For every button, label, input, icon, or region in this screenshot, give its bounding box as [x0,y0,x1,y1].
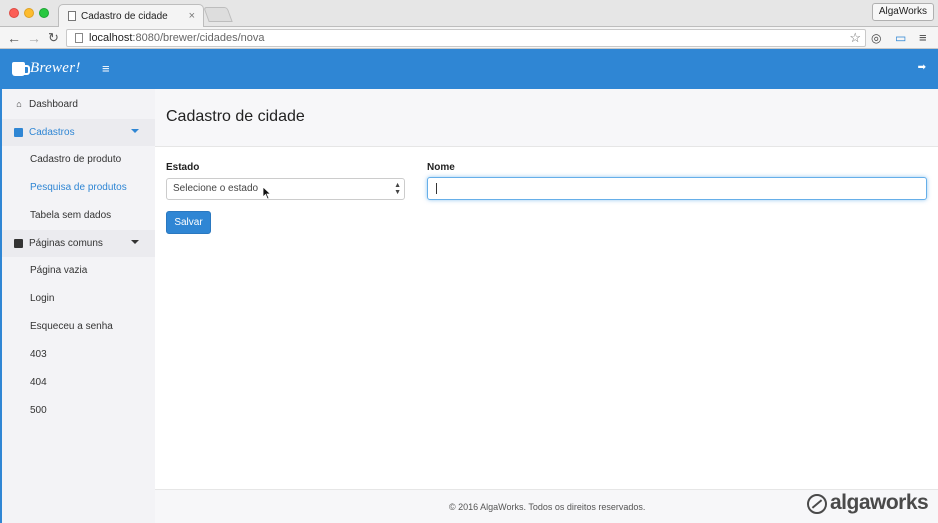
reload-icon[interactable]: ↻ [48,29,59,47]
sidebar-item-login[interactable]: Login [2,285,155,312]
document-icon [68,11,76,21]
browser-tab[interactable]: Cadastro de cidade × [58,4,204,28]
close-window-button[interactable] [9,8,19,18]
algaworks-logo-icon [807,494,827,514]
page-info-icon[interactable] [75,33,83,43]
sidebar-toggle-icon[interactable]: ≡ [102,61,110,76]
page-title: Cadastro de cidade [166,108,305,125]
app-header: Brewer! ≡ ➡ [0,49,938,89]
chevron-down-icon [131,240,139,244]
browser-toolbar: ← → ↻ localhost:8080/brewer/cidades/nova… [0,27,938,49]
text-cursor [436,183,437,194]
folder-icon [14,128,23,137]
extension-icon[interactable]: ◎ [871,30,881,46]
browser-menu-icon[interactable]: ≡ [919,30,927,46]
browser-tab-bar: Cadastro de cidade × AlgaWorks [0,0,938,28]
maximize-window-button[interactable] [39,8,49,18]
sidebar-item-esqueceu-senha[interactable]: Esqueceu a senha [2,313,155,340]
bookmark-star-icon[interactable]: ☆ [849,30,861,46]
estado-label: Estado [166,162,200,173]
profile-button[interactable]: AlgaWorks [871,3,934,21]
sidebar-item-403[interactable]: 403 [2,341,155,368]
mouse-pointer-icon [262,186,272,200]
url-text[interactable]: localhost:8080/brewer/cidades/nova [89,32,265,44]
estado-select[interactable]: Selecione o estado ▲ ▼ [166,178,405,200]
watermark-text: algaworks [830,491,929,514]
browser-tab-title: Cadastro de cidade [81,11,168,22]
address-bar[interactable]: localhost:8080/brewer/cidades/nova ☆ [66,29,866,47]
sidebar-item-paginas-comuns[interactable]: Páginas comuns [2,230,155,257]
nome-label: Nome [427,162,455,173]
beer-mug-icon [12,62,30,76]
back-arrow-icon[interactable]: ← [7,29,21,47]
logout-icon[interactable]: ➡ [918,62,926,73]
file-icon [14,239,23,248]
page-header: Cadastro de cidade [155,89,938,147]
sidebar-item-500[interactable]: 500 [2,397,155,424]
sidebar-item-dashboard[interactable]: ⌂ Dashboard [2,91,155,118]
tab-close-icon[interactable]: × [189,10,195,22]
sidebar-item-tabela-sem-dados[interactable]: Tabela sem dados [2,202,155,229]
cast-icon[interactable]: ▭ [895,30,906,46]
sidebar-item-cadastros[interactable]: Cadastros [2,119,155,146]
sidebar-item-pesquisa-produtos[interactable]: Pesquisa de produtos [2,174,155,201]
forward-arrow-icon[interactable]: → [27,29,41,47]
nome-input[interactable] [427,177,927,200]
estado-select-value: Selecione o estado [173,183,259,194]
copyright-text: © 2016 AlgaWorks. Todos os direitos rese… [449,502,646,512]
sidebar: ⌂ Dashboard Cadastros Cadastro de produt… [0,89,155,523]
chevron-down-icon [131,129,139,133]
save-button[interactable]: Salvar [166,211,211,234]
home-icon: ⌂ [16,99,22,109]
brand-logo[interactable]: Brewer! [30,60,81,77]
sidebar-item-cadastro-produto[interactable]: Cadastro de produto [2,146,155,173]
new-tab-button[interactable] [203,7,233,22]
sidebar-item-pagina-vazia[interactable]: Página vazia [2,257,155,284]
minimize-window-button[interactable] [24,8,34,18]
select-arrows-icon: ▲ ▼ [394,182,401,196]
sidebar-item-404[interactable]: 404 [2,369,155,396]
